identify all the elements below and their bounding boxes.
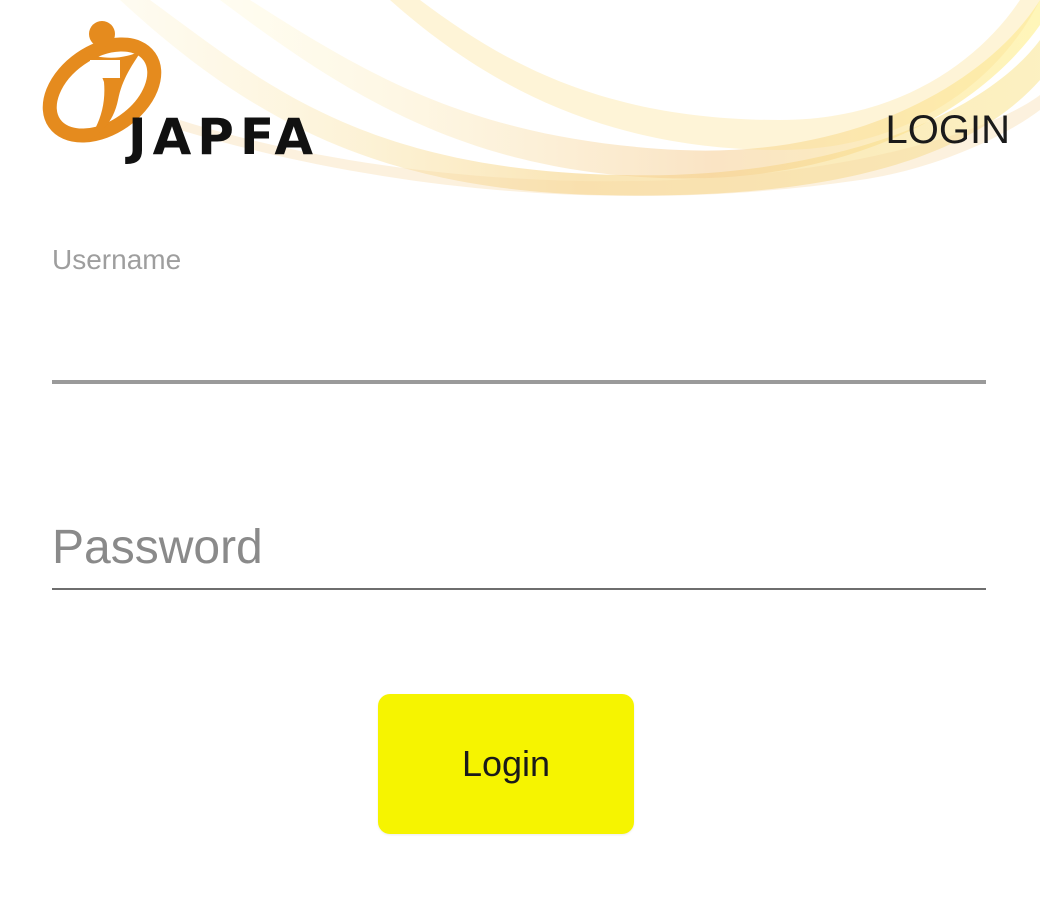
username-label: Username (52, 244, 182, 275)
header: JAPFA LOGIN (0, 0, 1040, 200)
username-input[interactable] (52, 324, 986, 384)
page-title: LOGIN (885, 108, 1010, 152)
brand-name: JAPFA (128, 108, 320, 166)
password-field-group (52, 520, 986, 590)
login-screen: JAPFA LOGIN Username Login (0, 0, 1040, 900)
japfa-logo: JAPFA (30, 20, 350, 170)
login-button[interactable]: Login (378, 694, 634, 834)
password-input[interactable] (52, 520, 986, 590)
username-field-group: Username (52, 246, 986, 384)
